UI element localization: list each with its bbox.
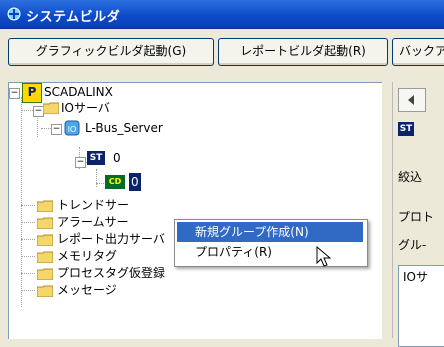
project-icon: P	[22, 83, 42, 103]
tree-item-trend-server[interactable]: トレンドサー	[57, 196, 129, 214]
arrow-left-icon	[408, 95, 414, 105]
svg-text:IO: IO	[68, 125, 76, 134]
tree-item-message[interactable]: メッセージ	[57, 281, 117, 299]
title-bar: システムビルダ	[0, 0, 444, 29]
tree-item-station[interactable]: 0	[113, 149, 121, 167]
context-menu: 新規グループ作成(N) プロパティ(R)	[174, 219, 368, 267]
collapse-icon[interactable]: −	[51, 124, 62, 135]
tree-item-process-tag[interactable]: プロセスタグ仮登録	[57, 264, 165, 282]
graphic-builder-button[interactable]: グラフィックビルダ起動(G)	[8, 38, 214, 66]
io-server-list[interactable]: IOサ	[398, 265, 444, 347]
tree-item-report-server[interactable]: レポート出力サーバ	[57, 230, 165, 248]
folder-icon	[37, 285, 53, 297]
folder-icon	[37, 234, 53, 246]
folder-icon	[37, 251, 53, 263]
protocol-label: プロト	[398, 210, 435, 224]
folder-icon	[37, 200, 53, 212]
new-group-menu-item[interactable]: 新規グループ作成(N)	[177, 222, 363, 242]
tab-scroll-left-button[interactable]	[398, 88, 426, 112]
tree-item-device-selected[interactable]: 0	[129, 173, 141, 191]
station-icon: ST	[87, 151, 105, 165]
mouse-cursor-icon	[316, 246, 332, 267]
group-label: グル-	[398, 238, 427, 252]
server-icon: IO	[64, 120, 80, 136]
io-server-column-header[interactable]: IOサ	[403, 268, 428, 285]
tree-item-lbus-server[interactable]: L-Bus_Server	[85, 119, 163, 137]
folder-icon	[37, 217, 53, 229]
window-title: システムビルダ	[26, 10, 121, 25]
tree-item-memory-tag[interactable]: メモリタグ	[57, 247, 117, 265]
tree-item-alarm-server[interactable]: アラームサー	[57, 213, 129, 231]
filter-label: 絞込	[398, 170, 423, 184]
system-tree[interactable]: − P SCADALINX − IOサーバ − IO L-Bus_Server …	[8, 82, 382, 339]
collapse-icon[interactable]: −	[9, 88, 20, 99]
tree-item-io-server[interactable]: IOサーバ	[61, 99, 110, 117]
system-builder-icon	[7, 7, 21, 21]
report-builder-button[interactable]: レポートビルダ起動(R)	[218, 38, 388, 66]
folder-icon	[37, 268, 53, 280]
backup-button[interactable]: バックア	[392, 38, 444, 66]
folder-icon	[43, 102, 59, 114]
tab-st-icon: ST	[398, 122, 414, 136]
properties-menu-item[interactable]: プロパティ(R)	[177, 242, 363, 262]
device-icon: CD	[105, 175, 125, 189]
collapse-icon[interactable]: −	[75, 157, 86, 168]
